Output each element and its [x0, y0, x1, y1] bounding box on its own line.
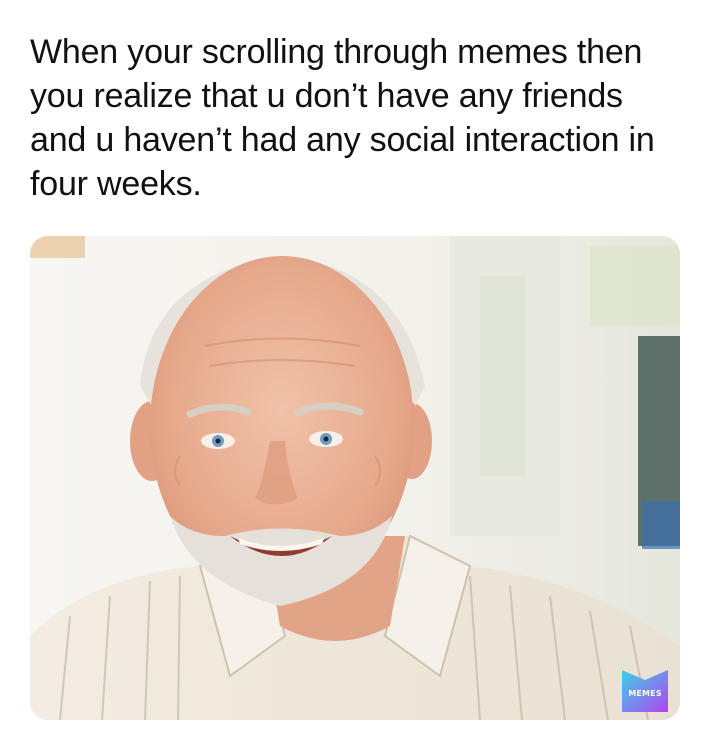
memes-logo: MEMES — [622, 670, 668, 712]
meme-caption: When your scrolling through memes then y… — [30, 33, 655, 203]
memes-logo-label: MEMES — [628, 689, 662, 698]
meme-photo — [30, 236, 680, 720]
